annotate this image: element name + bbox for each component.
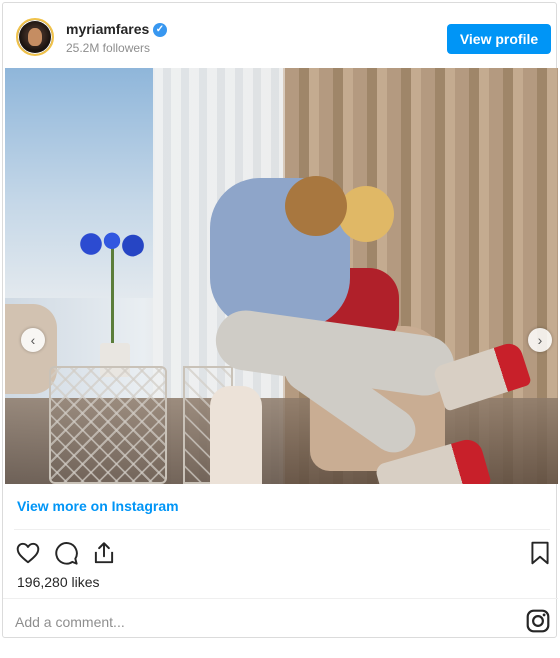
post-image[interactable]: ‹ › — [5, 68, 558, 484]
comment-input[interactable] — [15, 612, 495, 632]
instagram-embed-card: myriamfares ✓ 25.2M followers View profi… — [2, 2, 558, 638]
verified-icon: ✓ — [153, 23, 167, 37]
follower-count: 25.2M followers — [66, 41, 151, 55]
divider — [3, 598, 558, 599]
avatar[interactable] — [16, 18, 54, 56]
divider — [14, 529, 550, 530]
bookmark-icon[interactable] — [527, 540, 553, 566]
chevron-right-icon[interactable]: › — [528, 328, 552, 352]
share-icon[interactable] — [91, 540, 117, 566]
like-count: 196,280 likes — [17, 574, 100, 590]
chevron-left-icon[interactable]: ‹ — [21, 328, 45, 352]
instagram-icon[interactable] — [525, 608, 551, 634]
username[interactable]: myriamfares — [66, 21, 149, 37]
view-profile-button[interactable]: View profile — [447, 24, 551, 54]
view-more-link[interactable]: View more on Instagram — [17, 498, 179, 514]
heart-icon[interactable] — [15, 540, 41, 566]
post-header: myriamfares ✓ 25.2M followers View profi… — [3, 3, 556, 67]
comment-icon[interactable] — [53, 540, 79, 566]
